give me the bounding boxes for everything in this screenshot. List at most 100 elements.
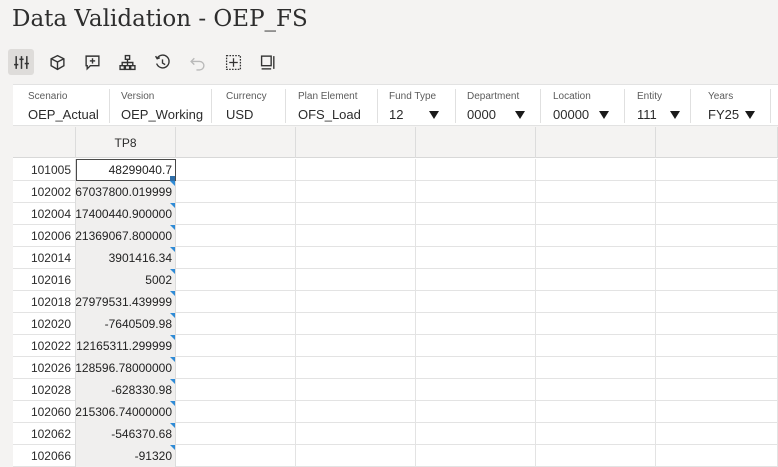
- empty-cell[interactable]: [416, 291, 536, 313]
- empty-cell[interactable]: [536, 401, 656, 423]
- empty-cell[interactable]: [416, 225, 536, 247]
- empty-cell[interactable]: [176, 159, 296, 181]
- empty-cell[interactable]: [296, 225, 416, 247]
- empty-cell[interactable]: [536, 159, 656, 181]
- data-cell[interactable]: -27979531.439999: [76, 291, 176, 313]
- row-header-account[interactable]: 102020: [13, 313, 76, 335]
- row-header-account[interactable]: 102022: [13, 335, 76, 357]
- empty-cell[interactable]: [416, 181, 536, 203]
- row-header-account[interactable]: 102018: [13, 291, 76, 313]
- empty-cell[interactable]: [296, 291, 416, 313]
- empty-cell[interactable]: [416, 423, 536, 445]
- empty-cell[interactable]: [536, 357, 656, 379]
- data-cell[interactable]: -7640509.98: [76, 313, 176, 335]
- empty-cell[interactable]: [536, 291, 656, 313]
- empty-cell[interactable]: [656, 181, 778, 203]
- empty-cell[interactable]: [416, 313, 536, 335]
- empty-cell[interactable]: [176, 335, 296, 357]
- cube-button[interactable]: [44, 49, 70, 75]
- empty-cell[interactable]: [296, 203, 416, 225]
- empty-cell[interactable]: [176, 225, 296, 247]
- empty-cell[interactable]: [296, 181, 416, 203]
- row-header-account[interactable]: 101005: [13, 159, 76, 181]
- row-header-account[interactable]: 102062: [13, 423, 76, 445]
- empty-cell[interactable]: [416, 401, 536, 423]
- data-cell[interactable]: -128596.78000000: [76, 357, 176, 379]
- data-cell[interactable]: -12165311.299999: [76, 335, 176, 357]
- empty-cell[interactable]: [176, 203, 296, 225]
- pov-entity-dropdown[interactable]: Entity 111: [637, 85, 691, 127]
- empty-cell[interactable]: [656, 225, 778, 247]
- data-cell[interactable]: 5002: [76, 269, 176, 291]
- empty-cell[interactable]: [296, 159, 416, 181]
- empty-cell[interactable]: [176, 379, 296, 401]
- empty-cell[interactable]: [176, 423, 296, 445]
- data-cell[interactable]: 17400440.900000: [76, 203, 176, 225]
- empty-cell[interactable]: [296, 335, 416, 357]
- pov-scenario[interactable]: Scenario OEP_Actual: [28, 85, 108, 127]
- row-header-account[interactable]: 102002: [13, 181, 76, 203]
- hierarchy-button[interactable]: [114, 49, 140, 75]
- row-header-account[interactable]: 102006: [13, 225, 76, 247]
- empty-cell[interactable]: [536, 423, 656, 445]
- empty-cell[interactable]: [656, 357, 778, 379]
- empty-cell[interactable]: [296, 423, 416, 445]
- empty-cell[interactable]: [176, 401, 296, 423]
- empty-cell[interactable]: [656, 269, 778, 291]
- data-cell[interactable]: 67037800.019999: [76, 181, 176, 203]
- empty-cell[interactable]: [656, 159, 778, 181]
- data-cell[interactable]: -546370.68: [76, 423, 176, 445]
- empty-cell[interactable]: [656, 313, 778, 335]
- empty-cell[interactable]: [656, 291, 778, 313]
- empty-cell[interactable]: [416, 445, 536, 467]
- empty-cell[interactable]: [176, 445, 296, 467]
- pov-department-dropdown[interactable]: Department 0000: [467, 85, 541, 127]
- empty-cell[interactable]: [536, 379, 656, 401]
- empty-cell[interactable]: [536, 269, 656, 291]
- data-cell[interactable]: -628330.98: [76, 379, 176, 401]
- empty-cell[interactable]: [536, 335, 656, 357]
- row-header-account[interactable]: 102026: [13, 357, 76, 379]
- column-header-tp8[interactable]: TP8: [76, 127, 176, 158]
- empty-cell[interactable]: [656, 401, 778, 423]
- pov-currency[interactable]: Currency USD: [226, 85, 286, 127]
- add-comment-button[interactable]: [79, 49, 105, 75]
- row-header-account[interactable]: 102066: [13, 445, 76, 467]
- empty-cell[interactable]: [416, 203, 536, 225]
- empty-cell[interactable]: [176, 313, 296, 335]
- empty-cell[interactable]: [656, 247, 778, 269]
- empty-cell[interactable]: [176, 357, 296, 379]
- empty-cell[interactable]: [536, 445, 656, 467]
- pov-plan-element[interactable]: Plan Element OFS_Load: [298, 85, 378, 127]
- sliders-button[interactable]: [8, 49, 34, 75]
- empty-cell[interactable]: [416, 269, 536, 291]
- empty-cell[interactable]: [416, 335, 536, 357]
- empty-cell[interactable]: [536, 203, 656, 225]
- empty-cell[interactable]: [176, 247, 296, 269]
- row-header-account[interactable]: 102014: [13, 247, 76, 269]
- data-cell[interactable]: -21369067.800000: [76, 225, 176, 247]
- row-header-account[interactable]: 102028: [13, 379, 76, 401]
- data-cell[interactable]: -215306.74000000: [76, 401, 176, 423]
- empty-cell[interactable]: [296, 401, 416, 423]
- panel-list-button[interactable]: [255, 49, 281, 75]
- empty-cell[interactable]: [536, 313, 656, 335]
- empty-cell[interactable]: [176, 291, 296, 313]
- empty-cell[interactable]: [296, 379, 416, 401]
- empty-cell[interactable]: [416, 357, 536, 379]
- data-cell[interactable]: 3901416.34: [76, 247, 176, 269]
- grid-select-button[interactable]: [220, 49, 246, 75]
- data-cell[interactable]: 48299040.7: [76, 159, 176, 181]
- row-header-account[interactable]: 102004: [13, 203, 76, 225]
- empty-cell[interactable]: [536, 247, 656, 269]
- empty-cell[interactable]: [176, 181, 296, 203]
- empty-cell[interactable]: [656, 423, 778, 445]
- data-cell[interactable]: -91320: [76, 445, 176, 467]
- empty-cell[interactable]: [536, 181, 656, 203]
- pov-version[interactable]: Version OEP_Working: [121, 85, 211, 127]
- empty-cell[interactable]: [296, 313, 416, 335]
- empty-cell[interactable]: [296, 247, 416, 269]
- empty-cell[interactable]: [176, 269, 296, 291]
- empty-cell[interactable]: [536, 225, 656, 247]
- empty-cell[interactable]: [656, 203, 778, 225]
